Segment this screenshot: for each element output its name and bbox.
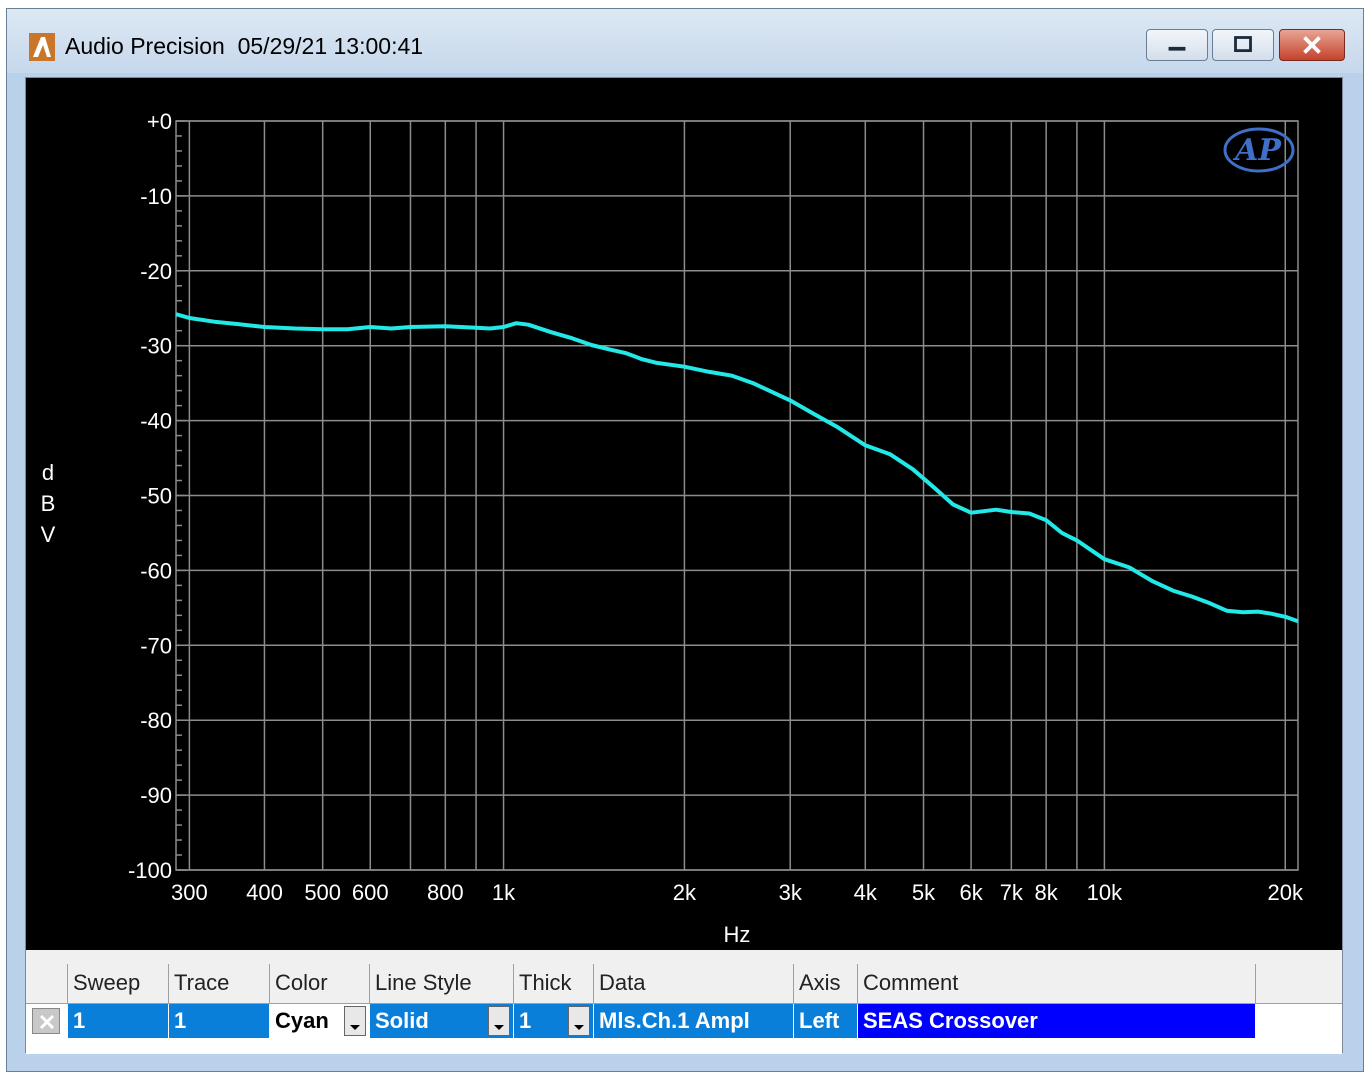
frequency-response-chart: +0 -10 -20 -30 -40 -50 -60 -70 -80 -90 -100300 400 5…: [41, 109, 1304, 947]
x-tick-label: 4k: [854, 880, 878, 905]
legend-header-color[interactable]: Color: [270, 964, 370, 1004]
y-tick-label: +0: [147, 109, 172, 134]
legend-header-line-style[interactable]: Line Style: [370, 964, 514, 1004]
legend-header-comment[interactable]: Comment: [858, 964, 1256, 1004]
y-tick-label: -90: [140, 783, 172, 808]
ap-logo-text: AP: [1232, 133, 1282, 168]
x-tick-label: 300: [171, 880, 208, 905]
legend-header-thick[interactable]: Thick: [514, 964, 594, 1004]
legend-line-style-select[interactable]: Solid: [370, 1004, 514, 1038]
x-tick-label: 20k: [1268, 880, 1304, 905]
legend-line-style-value: Solid: [375, 1008, 429, 1033]
legend-comment-field[interactable]: SEAS Crossover: [858, 1004, 1256, 1038]
close-button[interactable]: [1279, 29, 1345, 61]
legend-color-select[interactable]: Cyan: [270, 1004, 370, 1038]
x-tick-label: 10k: [1087, 880, 1123, 905]
legend-row[interactable]: 1 1 Cyan Solid 1 Mls.Ch.1 Ampl Left SEAS…: [26, 1004, 1342, 1040]
y-axis-label-char: B: [41, 491, 56, 516]
y-tick-label: -80: [140, 708, 172, 733]
client-area: +0 -10 -20 -30 -40 -50 -60 -70 -80 -90 -100 300 400 5…: [25, 77, 1343, 1054]
app-window: Audio Precision 05/29/21 13:00:41 +0 -10 -…: [6, 8, 1364, 1072]
x-tick-label: 7k: [1000, 880, 1024, 905]
series-line-1: [175, 312, 1299, 624]
checkbox-x-icon: [39, 1014, 55, 1030]
legend-axis-cell[interactable]: Left: [794, 1004, 858, 1038]
x-tick-label: 6k: [959, 880, 983, 905]
plot-area: +0 -10 -20 -30 -40 -50 -60 -70 -80 -90 -100 300 400 5…: [26, 78, 1342, 950]
legend-trace-cell[interactable]: 1: [169, 1004, 270, 1038]
x-tick-label: 1k: [492, 880, 516, 905]
audio-precision-app-icon: [29, 33, 55, 61]
x-tick-label: 8k: [1035, 880, 1059, 905]
y-axis-label-char: V: [41, 522, 56, 547]
trace-legend-table: Sweep Trace Color Line Style Thick Data …: [26, 964, 1342, 1054]
dropdown-arrow-icon[interactable]: [568, 1006, 590, 1036]
dropdown-arrow-icon[interactable]: [344, 1006, 366, 1036]
x-tick-label: 800: [427, 880, 464, 905]
y-tick-label: -20: [140, 259, 172, 284]
legend-color-value: Cyan: [275, 1008, 329, 1033]
legend-data-cell[interactable]: Mls.Ch.1 Ampl: [594, 1004, 794, 1038]
legend-thick-value: 1: [519, 1008, 532, 1033]
close-icon: [1303, 36, 1321, 54]
x-tick-label: 3k: [779, 880, 803, 905]
legend-header-data[interactable]: Data: [594, 964, 794, 1004]
x-tick-label: 5k: [912, 880, 936, 905]
legend-thick-select[interactable]: 1: [514, 1004, 594, 1038]
x-tick-label: 600: [352, 880, 389, 905]
legend-sweep-cell[interactable]: 1: [68, 1004, 169, 1038]
legend-header-filler: [1256, 964, 1342, 1004]
legend-header-sweep[interactable]: Sweep: [68, 964, 169, 1004]
y-tick-label: -40: [140, 409, 172, 434]
minimize-button[interactable]: [1146, 29, 1208, 61]
dropdown-arrow-icon[interactable]: [488, 1006, 510, 1036]
x-axis-label: Hz: [724, 922, 751, 947]
legend-enable-cell[interactable]: [26, 1004, 68, 1038]
trace-enable-checkbox[interactable]: [32, 1008, 60, 1034]
y-tick-label: -70: [140, 633, 172, 658]
legend-header-row: Sweep Trace Color Line Style Thick Data …: [26, 964, 1342, 1004]
legend-header-enable: [26, 964, 68, 1004]
x-tick-label: 2k: [673, 880, 697, 905]
maximize-button[interactable]: [1212, 29, 1274, 61]
y-tick-label: -30: [140, 334, 172, 359]
y-axis-label-char: d: [42, 460, 54, 485]
x-tick-label: 500: [304, 880, 341, 905]
y-tick-label: -60: [140, 558, 172, 583]
y-tick-label: -10: [140, 184, 172, 209]
y-tick-label: -100: [128, 858, 172, 883]
y-tick-label: -50: [140, 484, 172, 509]
ap-logo: AP: [1223, 127, 1295, 173]
legend-header-trace[interactable]: Trace: [169, 964, 270, 1004]
title-bar[interactable]: Audio Precision 05/29/21 13:00:41: [7, 9, 1363, 73]
minimize-icon: [1168, 46, 1186, 51]
maximize-icon: [1234, 36, 1252, 53]
window-title: Audio Precision 05/29/21 13:00:41: [65, 33, 424, 59]
legend-header-axis[interactable]: Axis: [794, 964, 858, 1004]
x-tick-label: 400: [246, 880, 283, 905]
